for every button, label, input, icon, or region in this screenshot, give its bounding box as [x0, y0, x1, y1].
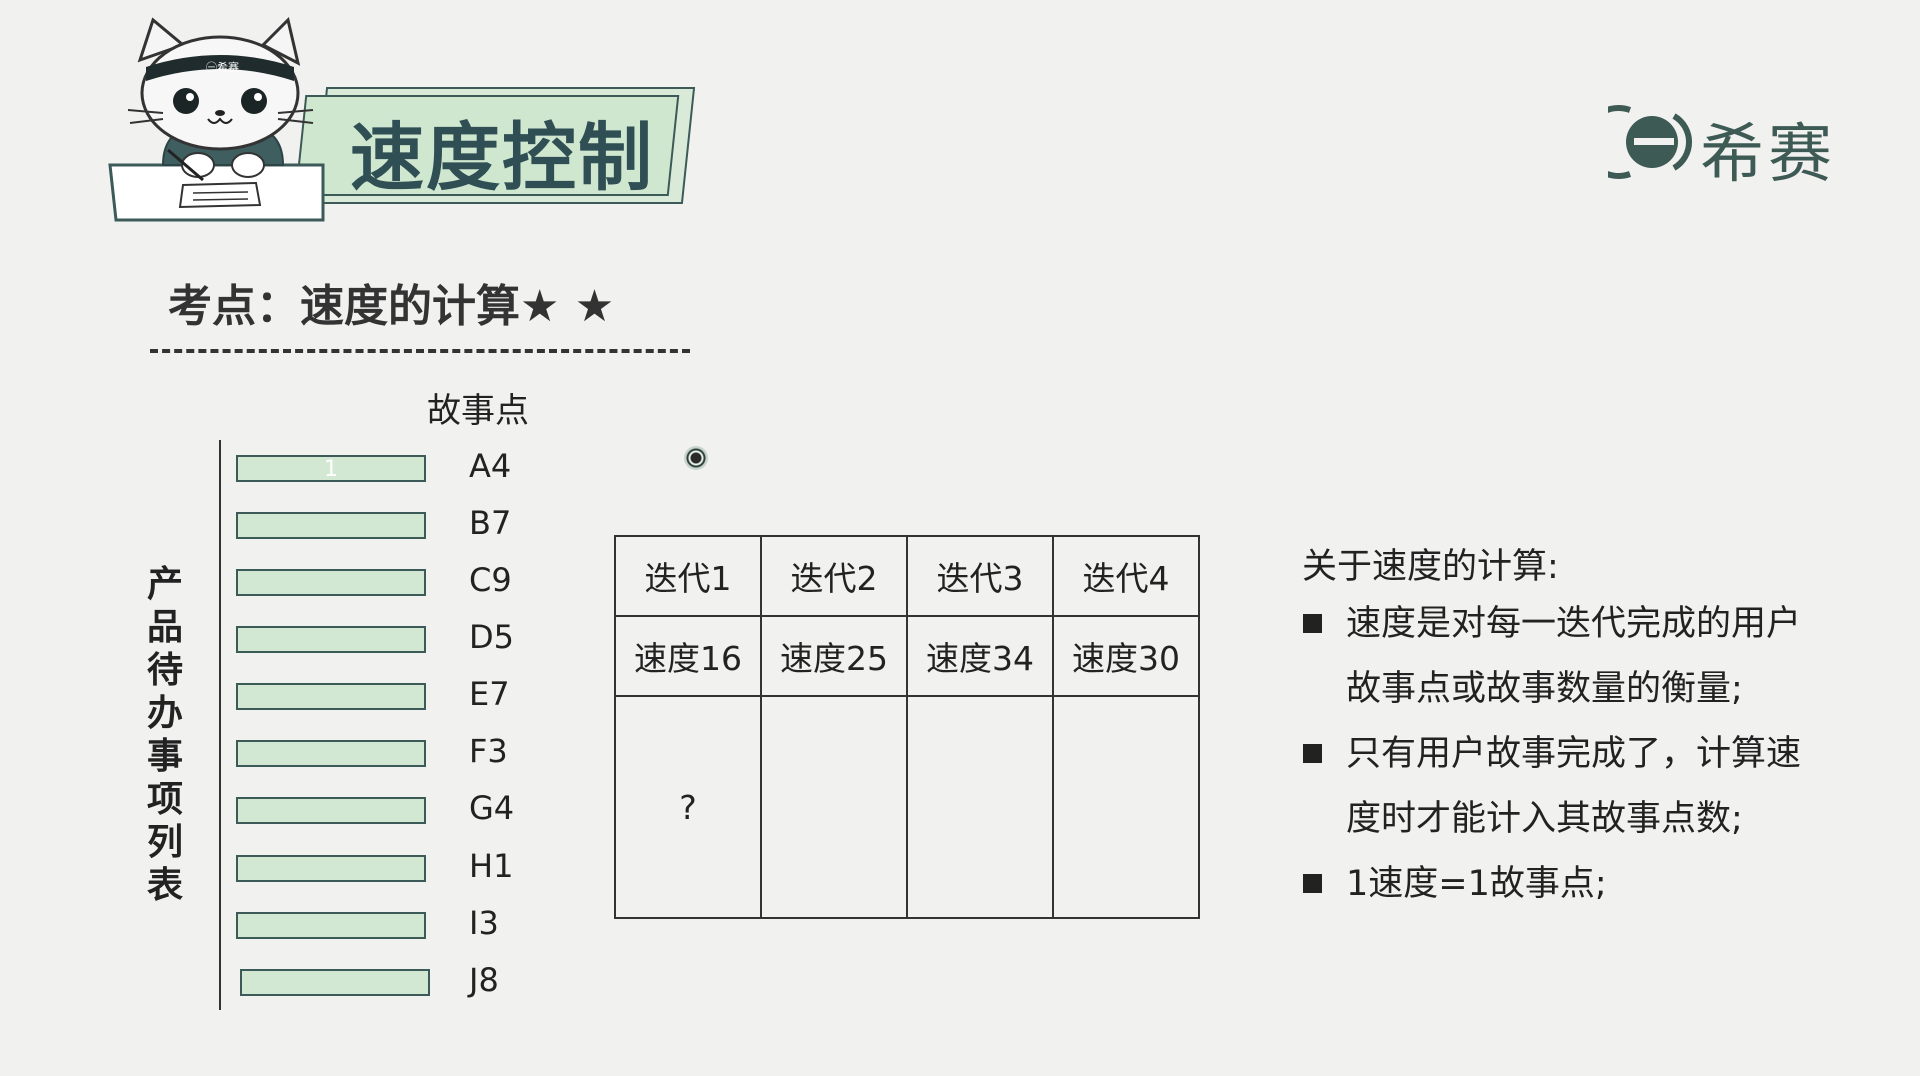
story-label: G4	[469, 789, 515, 827]
iteration-speed-row: 速度16 速度25 速度34 速度30	[614, 615, 1200, 697]
iteration-header: 迭代4	[1052, 535, 1200, 617]
pointer-cursor-icon	[684, 446, 708, 470]
story-bar	[236, 740, 426, 767]
story-label: B7	[469, 504, 512, 542]
brand-name: 希赛	[1700, 118, 1836, 192]
story-label: D5	[469, 618, 514, 656]
iteration-content-row: ?	[614, 695, 1200, 919]
note-text: 只有用户故事完成了，计算速度时才能计入其故事点数;	[1346, 734, 1802, 839]
page-title: 速度控制	[350, 115, 654, 201]
backlog-item: J8	[240, 961, 540, 999]
backlog-item: G4	[236, 789, 536, 827]
exam-point-heading: 考点：速度的计算★ ★	[168, 281, 615, 332]
iteration-header: 迭代1	[614, 535, 762, 617]
square-bullet-icon	[1303, 614, 1322, 633]
backlog-item: 1 A4	[236, 447, 536, 485]
story-bar	[236, 626, 426, 653]
dashed-divider	[150, 349, 690, 353]
square-bullet-icon	[1303, 744, 1322, 763]
story-bar: 1	[236, 455, 426, 482]
story-bar	[236, 912, 426, 939]
mascot-band-text: ㊀希赛	[206, 60, 239, 74]
iteration-speed: 速度25	[760, 615, 908, 697]
story-label: H1	[469, 847, 514, 885]
iteration-content	[760, 695, 908, 919]
note-text: 1速度=1故事点;	[1346, 864, 1607, 904]
note-text: 速度是对每一迭代完成的用户故事点或故事数量的衡量;	[1346, 604, 1802, 709]
backlog-vertical-title: 产品待办事项列表	[146, 564, 183, 906]
backlog-item: C9	[236, 561, 536, 599]
backlog-item: I3	[236, 904, 536, 942]
iteration-speed: 速度30	[1052, 615, 1200, 697]
backlog-item: E7	[236, 675, 536, 713]
backlog-item: B7	[236, 504, 536, 542]
iteration-speed: 速度34	[906, 615, 1054, 697]
iteration-header-row: 迭代1 迭代2 迭代3 迭代4	[614, 535, 1200, 617]
story-label: J8	[469, 961, 499, 999]
iteration-header: 迭代2	[760, 535, 908, 617]
iteration-content: ?	[614, 695, 762, 919]
story-label: E7	[469, 675, 510, 713]
cat-mascot-icon: ㊀希赛	[108, 17, 325, 222]
iteration-content	[906, 695, 1054, 919]
story-bar	[236, 683, 426, 710]
story-label: A4	[469, 447, 512, 485]
backlog-item: H1	[236, 847, 536, 885]
iteration-header: 迭代3	[906, 535, 1054, 617]
story-bar	[240, 969, 430, 996]
bar-mark: 1	[324, 457, 338, 482]
iteration-table: 迭代1 迭代2 迭代3 迭代4 速度16 速度25 速度34 速度30 ?	[614, 535, 1200, 919]
backlog-item: F3	[236, 732, 536, 770]
notes-heading: 关于速度的计算:	[1302, 547, 1559, 587]
backlog-item: D5	[236, 618, 536, 656]
story-bar	[236, 569, 426, 596]
story-points-label: 故事点	[427, 391, 529, 431]
story-bar	[236, 512, 426, 539]
iteration-content	[1052, 695, 1200, 919]
square-bullet-icon	[1303, 874, 1322, 893]
story-bar	[236, 855, 426, 882]
story-bar	[236, 797, 426, 824]
iteration-speed: 速度16	[614, 615, 762, 697]
story-label: C9	[469, 561, 512, 599]
backlog-axis-line	[219, 440, 221, 1010]
story-label: I3	[469, 904, 499, 942]
story-label: F3	[469, 732, 508, 770]
